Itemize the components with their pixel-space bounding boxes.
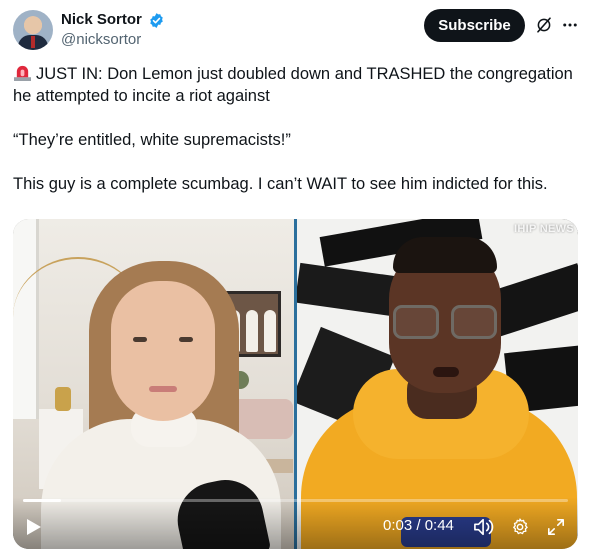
news-watermark: IHIP NEWS (514, 223, 574, 235)
man-mouth (433, 367, 459, 377)
man-hair (393, 237, 497, 273)
woman-lips (149, 386, 177, 392)
avatar[interactable] (13, 10, 53, 50)
fullscreen-icon[interactable] (547, 518, 565, 536)
video-time: 0:03 / 0:44 (383, 517, 454, 534)
tweet-header: Nick Sortor @nicksortor Subscribe (13, 8, 583, 52)
author-block: Nick Sortor @nicksortor (61, 10, 165, 50)
settings-icon[interactable] (510, 517, 530, 537)
volume-icon[interactable] (473, 517, 495, 537)
glasses-lens (451, 305, 497, 339)
more-icon[interactable] (561, 16, 579, 34)
man-glasses (393, 305, 501, 341)
avatar-tie (31, 36, 35, 48)
woman-eye (179, 337, 193, 342)
verified-badge-icon (150, 12, 164, 28)
tweet-text: JUST IN: Don Lemon just doubled down and… (13, 63, 585, 195)
tweet-line-2: “They’re entitled, white supremacists!” (13, 131, 291, 149)
progress-fill (23, 499, 62, 502)
background-vase (55, 387, 71, 411)
woman-face (111, 281, 215, 421)
glasses-lens (393, 305, 439, 339)
siren-icon (14, 65, 31, 81)
grok-icon[interactable] (535, 16, 553, 34)
video-player[interactable]: IHIP NEWS 0:03 / 0:44 (13, 219, 578, 549)
author-handle[interactable]: @nicksortor (61, 30, 165, 50)
video-controls: 0:03 / 0:44 (13, 497, 578, 549)
play-icon[interactable] (26, 518, 42, 536)
tweet-line-3: This guy is a complete scumbag. I can’t … (13, 175, 548, 193)
subscribe-button[interactable]: Subscribe (424, 9, 525, 42)
author-display-name[interactable]: Nick Sortor (61, 10, 142, 30)
progress-bar[interactable] (23, 499, 568, 502)
woman-eye (133, 337, 147, 342)
painting-figure (264, 310, 276, 352)
painting-figure (246, 310, 258, 352)
tweet-line-1: JUST IN: Don Lemon just doubled down and… (13, 63, 585, 107)
tweet-line-1-text: JUST IN: Don Lemon just doubled down and… (13, 65, 573, 105)
